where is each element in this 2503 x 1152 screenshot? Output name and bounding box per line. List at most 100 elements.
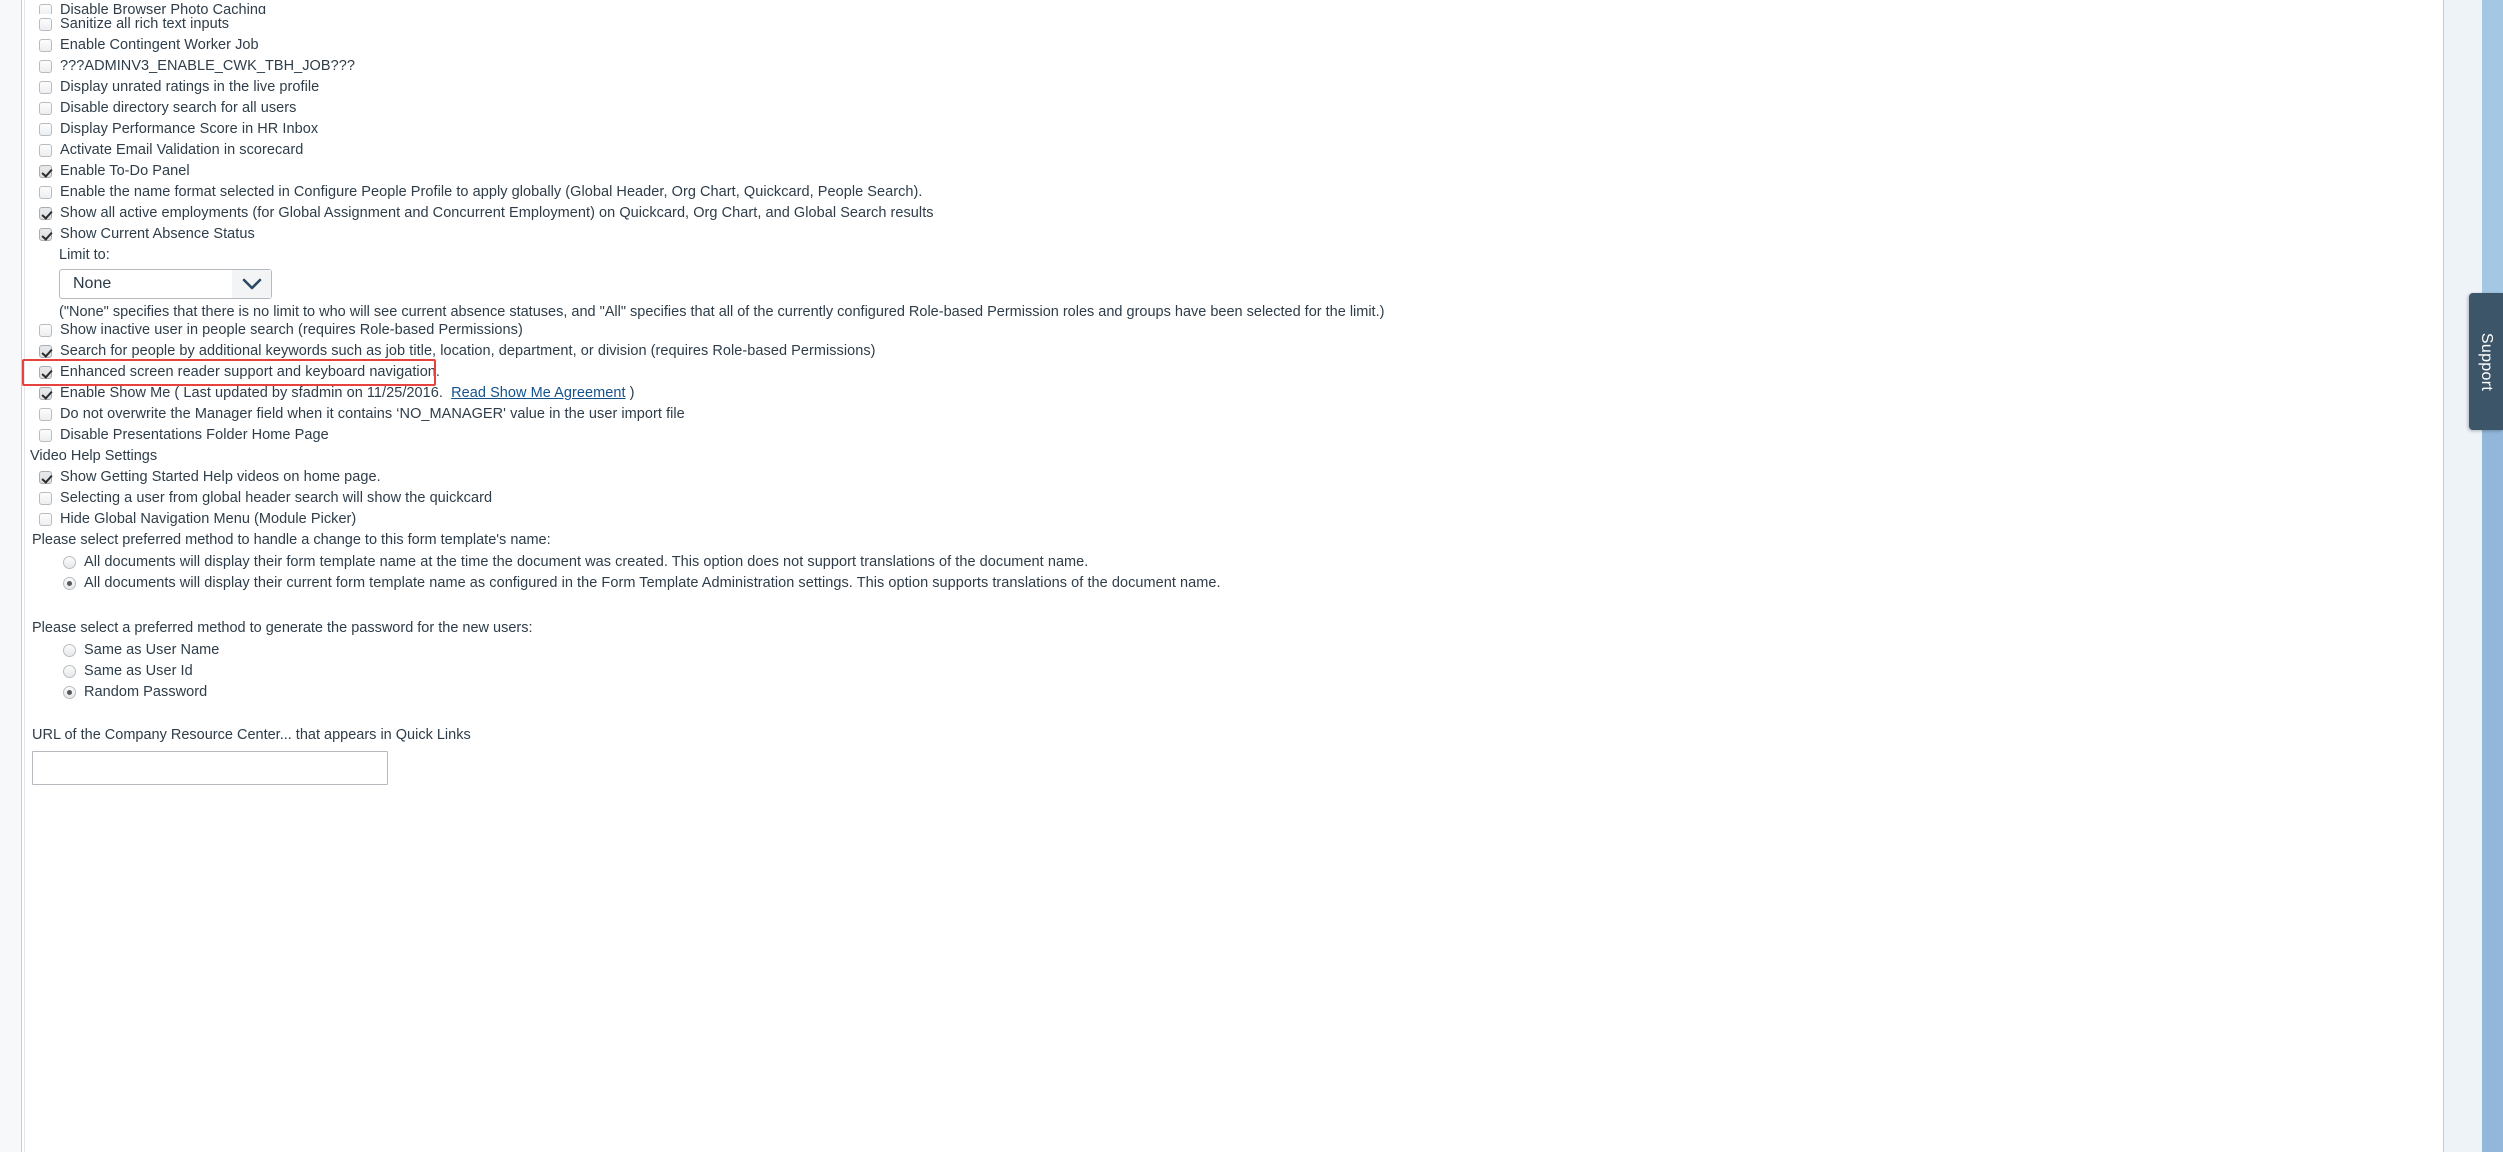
checkbox-row[interactable]: Enable Contingent Worker Job [30,35,2440,56]
vertical-scrollbar[interactable] [2440,0,2503,1152]
checkbox-label: Enable To-Do Panel [60,163,190,179]
chevron-down-icon[interactable] [232,270,271,298]
checkbox-row[interactable]: Sanitize all rich text inputs [30,14,2440,35]
checkbox-row[interactable]: Hide Global Navigation Menu (Module Pick… [30,509,2440,530]
limit-to-selected-value: None [73,275,112,292]
radio-row[interactable]: All documents will display their form te… [30,552,2440,573]
checkbox-icon[interactable] [39,18,52,31]
radio-icon[interactable] [63,665,76,678]
show-me-label: Enable Show Me ( Last updated by sfadmin… [52,383,635,404]
limit-to-select[interactable]: None [59,269,272,299]
checkbox-label: Search for people by additional keywords… [60,343,876,359]
checkbox-icon[interactable] [39,123,52,136]
checkbox-label: Disable Presentations Folder Home Page [60,427,329,443]
checkbox-row[interactable]: Enable To-Do Panel [30,161,2440,182]
radio-row[interactable]: Same as User Id [30,661,2440,682]
checkbox-icon[interactable] [39,81,52,94]
checkbox-row[interactable]: Selecting a user from global header sear… [30,488,2440,509]
settings-page: Disable Browser Photo Caching Sanitize a… [0,0,2503,1152]
left-gutter-tint [0,0,21,1152]
checkbox-row[interactable]: Enable the name format selected in Confi… [30,182,2440,203]
checkbox-icon[interactable] [39,60,52,73]
checkbox-label: Disable Browser Photo Caching [60,2,267,14]
checkbox-icon[interactable] [39,471,52,484]
checkbox-label: Show all active employments (for Global … [60,205,934,221]
settings-content: Disable Browser Photo Caching Sanitize a… [22,0,2440,1152]
checkbox-icon[interactable] [39,165,52,178]
checkbox-label: Enable Contingent Worker Job [60,37,259,53]
radio-row[interactable]: All documents will display their current… [30,573,2440,594]
checkbox-row[interactable]: Show all active employments (for Global … [30,203,2440,224]
checkbox-icon[interactable] [39,144,52,157]
checkbox-icon[interactable] [39,324,52,337]
checkbox-icon[interactable] [39,366,52,379]
checkbox-icon[interactable] [39,408,52,421]
checkbox-row[interactable]: Show Current Absence Status [30,224,2440,245]
radio-label: All documents will display their current… [84,575,1221,591]
checkbox-label: Disable directory search for all users [60,100,297,116]
checkbox-row[interactable]: Disable Presentations Folder Home Page [30,425,2440,446]
scrollbar-track[interactable] [2444,0,2482,1152]
checkbox-row[interactable]: Display unrated ratings in the live prof… [30,77,2440,98]
checkbox-row[interactable]: Search for people by additional keywords… [30,341,2440,362]
radio-label: Same as User Name [84,642,220,658]
checkbox-label: Sanitize all rich text inputs [60,16,230,32]
support-tab-label: Support [2478,332,2496,391]
checkbox-row-show-me[interactable]: Enable Show Me ( Last updated by sfadmin… [30,383,2440,404]
checkbox-icon[interactable] [39,102,52,115]
checkbox-group-mid: Show inactive user in people search (req… [30,320,2440,383]
checkbox-label: Display unrated ratings in the live prof… [60,79,320,95]
show-me-text-before: Enable Show Me ( Last updated by sfadmin… [60,385,443,401]
checkbox-row[interactable]: Enhanced screen reader support and keybo… [30,362,2440,383]
url-input[interactable] [32,751,388,785]
radio-row[interactable]: Same as User Name [30,640,2440,661]
checkbox-label: Do not overwrite the Manager field when … [60,406,685,422]
radio-icon[interactable] [63,686,76,699]
checkbox-label: Show inactive user in people search (req… [60,322,523,338]
url-field-label: URL of the Company Resource Center... th… [32,727,471,743]
password-prompt: Please select a preferred method to gene… [32,620,533,636]
checkbox-icon[interactable] [39,228,52,241]
support-tab[interactable]: Support [2469,293,2503,430]
checkbox-label: Show Current Absence Status [60,226,255,242]
checkbox-group-top: Sanitize all rich text inputs Enable Cont… [30,14,2440,245]
checkbox-icon[interactable] [39,429,52,442]
radio-icon[interactable] [63,577,76,590]
checkbox-group-after-show-me: Do not overwrite the Manager field when … [30,404,2440,446]
checkbox-row[interactable]: Show Getting Started Help videos on home… [30,467,2440,488]
radio-group-template-name: All documents will display their form te… [30,552,2440,594]
left-gutter [0,0,30,1152]
radio-label: Same as User Id [84,663,193,679]
checkbox-icon[interactable] [39,492,52,505]
checkbox-icon[interactable] [39,39,52,52]
checkbox-icon[interactable] [39,186,52,199]
left-border-line [21,0,22,1152]
checkbox-row[interactable]: ???ADMINV3_ENABLE_CWK_TBH_JOB??? [30,56,2440,77]
radio-row[interactable]: Random Password [30,682,2440,703]
checkbox-row[interactable]: Do not overwrite the Manager field when … [30,404,2440,425]
checkbox-label: ???ADMINV3_ENABLE_CWK_TBH_JOB??? [60,58,355,74]
checkbox-icon[interactable] [39,513,52,526]
radio-group-password: Same as User Name Same as User Id Random P… [30,640,2440,703]
radio-icon[interactable] [63,556,76,569]
limit-to-block: Limit to: None ("None" specifies that th… [30,245,2440,320]
checkbox-icon[interactable] [39,387,52,400]
template-name-prompt: Please select preferred method to handle… [32,532,551,548]
left-border-line-secondary [24,0,25,1152]
radio-label: Random Password [84,684,208,700]
radio-label: All documents will display their form te… [84,554,1089,570]
limit-to-note: ("None" specifies that there is no limit… [59,304,1385,320]
read-show-me-agreement-link[interactable]: Read Show Me Agreement [451,385,625,401]
checkbox-row[interactable]: Display Performance Score in HR Inbox [30,119,2440,140]
checkbox-row[interactable]: Show inactive user in people search (req… [30,320,2440,341]
radio-icon[interactable] [63,644,76,657]
checkbox-icon[interactable] [39,207,52,220]
checkbox-row-cutoff[interactable]: Disable Browser Photo Caching [30,0,2440,14]
checkbox-group-video-help: Show Getting Started Help videos on home… [30,467,2440,530]
checkbox-label: Enable the name format selected in Confi… [60,184,923,200]
checkbox-row[interactable]: Disable directory search for all users [30,98,2440,119]
checkbox-row[interactable]: Activate Email Validation in scorecard [30,140,2440,161]
checkbox-icon[interactable] [39,4,52,14]
scrollbar-thumb-upper[interactable] [2482,0,2503,297]
checkbox-icon[interactable] [39,345,52,358]
